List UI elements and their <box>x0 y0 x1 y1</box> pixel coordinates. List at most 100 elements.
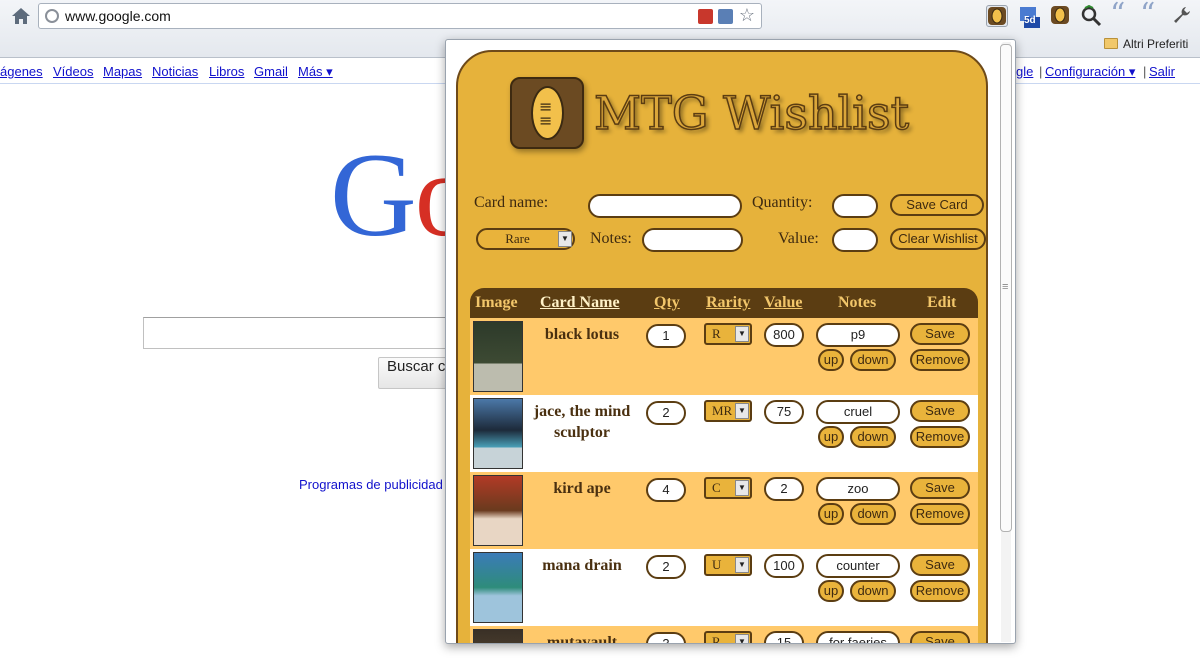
adobe-icon[interactable] <box>698 9 713 24</box>
col-image: Image <box>475 294 518 311</box>
value-field[interactable]: 15 <box>764 631 804 643</box>
home-icon[interactable] <box>10 6 32 26</box>
card-name-input[interactable] <box>588 194 742 218</box>
save-row-button[interactable]: Save <box>910 554 970 576</box>
translate-icon[interactable] <box>718 9 733 24</box>
qty-field[interactable]: 4 <box>646 478 686 502</box>
nav-gmail[interactable]: Gmail <box>254 64 288 79</box>
col-notes: Notes <box>838 294 877 311</box>
wishlist-logo-icon: ≡ ≡ <box>510 77 584 149</box>
rarity-select[interactable]: C ▼ <box>704 477 752 499</box>
save-row-button[interactable]: Save <box>910 477 970 499</box>
google-search-input[interactable] <box>143 317 463 349</box>
nav-videos[interactable]: Vídeos <box>53 64 93 79</box>
col-value[interactable]: Value <box>764 294 803 312</box>
ads-programs-link[interactable]: Programas de publicidad <box>299 477 443 492</box>
move-down-button[interactable]: down <box>850 580 896 602</box>
nav-sign-out[interactable]: Salir <box>1149 64 1175 79</box>
nav-separator: | <box>1143 64 1147 79</box>
card-image <box>473 629 523 643</box>
move-up-button[interactable]: up <box>818 426 844 448</box>
folder-icon <box>1104 38 1118 49</box>
quantity-input[interactable] <box>832 194 878 218</box>
qty-field[interactable]: 3 <box>646 632 686 643</box>
table-row: jace, the mind sculptor 2 MR ▼ 75 cruel S… <box>470 395 978 472</box>
clear-wishlist-button[interactable]: Clear Wishlist <box>890 228 986 250</box>
nav-settings[interactable]: Configuración ▾ <box>1045 64 1135 80</box>
move-up-button[interactable]: up <box>818 503 844 525</box>
col-rarity[interactable]: Rarity <box>706 294 750 312</box>
notes-field[interactable]: cruel <box>816 400 900 424</box>
value-field[interactable]: 2 <box>764 477 804 501</box>
rarity-select[interactable]: R ▼ <box>704 323 752 345</box>
calendar-extension-icon[interactable]: 5d <box>1018 5 1040 28</box>
save-row-button[interactable]: Save <box>910 323 970 345</box>
col-card-name[interactable]: Card Name <box>540 294 620 312</box>
notes-field[interactable]: p9 <box>816 323 900 347</box>
rarity-select[interactable]: R ▼ <box>704 631 752 643</box>
nav-maps[interactable]: Mapas <box>103 64 142 79</box>
nav-books[interactable]: Libros <box>209 64 244 79</box>
qty-field[interactable]: 2 <box>646 401 686 425</box>
rarity-select[interactable]: Rare ▼ <box>476 228 575 250</box>
card-name-label: Card name: <box>474 194 549 211</box>
dropdown-arrow-icon: ▼ <box>558 231 572 247</box>
quote-extension-icon[interactable]: “ <box>1110 0 1132 30</box>
table-header: Image Card Name Qty Rarity Value Notes E… <box>470 288 978 318</box>
nav-google-account[interactable]: gle <box>1016 64 1033 79</box>
move-down-button[interactable]: down <box>850 426 896 448</box>
notes-input[interactable] <box>642 228 743 252</box>
col-qty[interactable]: Qty <box>654 294 680 312</box>
wishlist-icon-secondary[interactable] <box>1050 5 1072 27</box>
col-edit: Edit <box>927 294 957 311</box>
remove-row-button[interactable]: Remove <box>910 580 970 602</box>
dropdown-arrow-icon: ▼ <box>735 480 749 496</box>
dropdown-arrow-icon: ▼ <box>735 634 749 643</box>
save-row-button[interactable]: Save <box>910 400 970 422</box>
save-card-button[interactable]: Save Card <box>890 194 984 216</box>
save-row-button[interactable]: Save <box>910 631 970 643</box>
magnifier-extension-icon[interactable] <box>1080 4 1102 27</box>
value-field[interactable]: 100 <box>764 554 804 578</box>
nav-news[interactable]: Noticias <box>152 64 198 79</box>
bookmarks-folder[interactable]: Altri Preferiti <box>1104 37 1188 51</box>
wishlist-table: Image Card Name Qty Rarity Value Notes E… <box>470 288 978 643</box>
remove-row-button[interactable]: Remove <box>910 349 970 371</box>
nav-images[interactable]: ágenes <box>0 64 43 79</box>
quote-extension-icon-2[interactable]: “ <box>1140 0 1162 30</box>
value-field[interactable]: 75 <box>764 400 804 424</box>
qty-field[interactable]: 2 <box>646 555 686 579</box>
bookmark-star-icon[interactable]: ☆ <box>739 5 755 26</box>
value-field[interactable]: 800 <box>764 323 804 347</box>
notes-field[interactable]: zoo <box>816 477 900 501</box>
quantity-label: Quantity: <box>752 194 813 211</box>
dropdown-arrow-icon: ▼ <box>735 326 749 342</box>
move-up-button[interactable]: up <box>818 580 844 602</box>
rarity-select[interactable]: U ▼ <box>704 554 752 576</box>
notes-field[interactable]: for faeries <box>816 631 900 643</box>
dropdown-arrow-icon: ▼ <box>735 403 749 419</box>
card-name: black lotus <box>544 326 620 343</box>
remove-row-button[interactable]: Remove <box>910 503 970 525</box>
nav-separator: | <box>1039 64 1043 79</box>
move-down-button[interactable]: down <box>850 349 896 371</box>
address-bar[interactable]: www.google.com ☆ <box>38 3 762 29</box>
extension-popup: ≡ ≡ MTG Wishlist Card name: Quantity: Sav… <box>445 39 1016 644</box>
table-row: kird ape 4 C ▼ 2 zoo Save up down Remove <box>470 472 978 549</box>
card-name: kird ape <box>553 480 611 497</box>
nav-more[interactable]: Más ▾ <box>298 64 333 80</box>
remove-row-button[interactable]: Remove <box>910 426 970 448</box>
mtg-wishlist-extension-icon[interactable] <box>986 5 1008 27</box>
rarity-select[interactable]: MR ▼ <box>704 400 752 422</box>
wishlist-panel: ≡ ≡ MTG Wishlist Card name: Quantity: Sav… <box>456 50 988 643</box>
popup-scrollbar[interactable] <box>998 42 1013 642</box>
scrollbar-thumb[interactable] <box>1000 44 1012 532</box>
card-image <box>473 398 523 469</box>
notes-field[interactable]: counter <box>816 554 900 578</box>
wrench-icon[interactable] <box>1172 5 1194 27</box>
qty-field[interactable]: 1 <box>646 324 686 348</box>
globe-icon <box>45 9 59 23</box>
value-input[interactable] <box>832 228 878 252</box>
move-up-button[interactable]: up <box>818 349 844 371</box>
move-down-button[interactable]: down <box>850 503 896 525</box>
